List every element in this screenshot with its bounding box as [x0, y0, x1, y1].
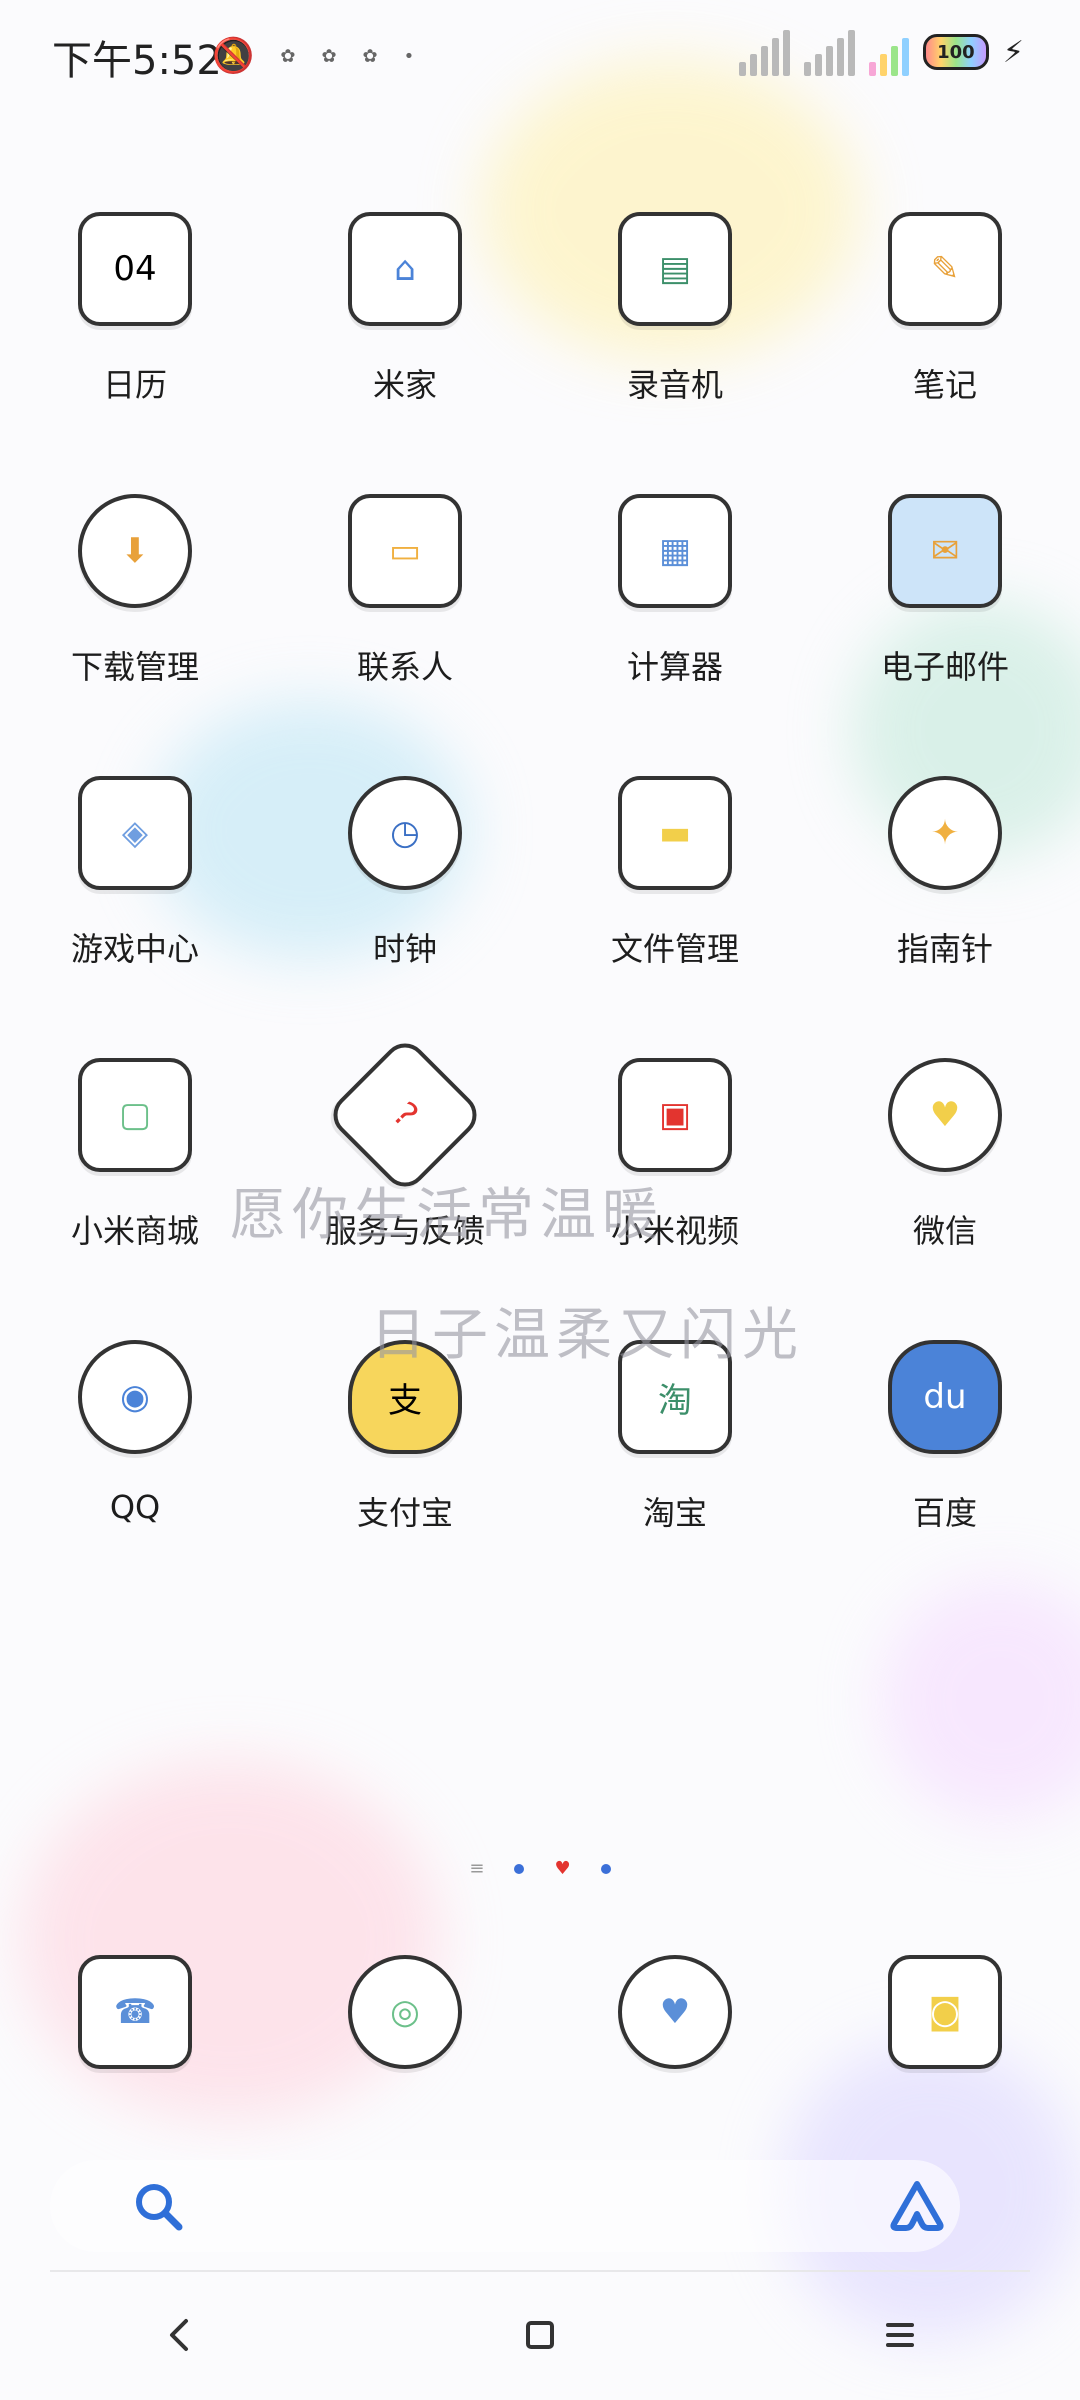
globe-icon: ◎ — [348, 1955, 462, 2069]
clock-icon: ◷ — [348, 776, 462, 890]
charging-icon: ⚡ — [1002, 34, 1024, 70]
recorder-icon: ▤ — [618, 212, 732, 326]
wechat-icon: ♥ — [888, 1058, 1002, 1172]
wallpaper-blob-lilac — [880, 1580, 1080, 1820]
app-grid: 04 日历 ⌂ 米家 ▤ 录音机 ✎ 笔记 ⬇ 下载管理 ▭ 联系人 ▦ 计算器 ✉ 电子邮件 … — [0, 190, 1080, 1600]
app-calendar[interactable]: 04 日历 — [8, 190, 262, 472]
dock-browser[interactable]: ◎ — [278, 1955, 532, 2069]
contacts-icon: ▭ — [348, 494, 462, 608]
app-qq[interactable]: ◉ QQ — [8, 1318, 262, 1600]
status-bar: 下午5:52 🔕 ✿ ✿ ✿ • 100 ⚡ — [0, 0, 1080, 110]
page-dot — [514, 1863, 525, 1874]
notes-icon: ✎ — [888, 212, 1002, 326]
app-row: 04 日历 ⌂ 米家 ▤ 录音机 ✎ 笔记 — [0, 190, 1080, 472]
app-contacts[interactable]: ▭ 联系人 — [278, 472, 532, 754]
app-mijia[interactable]: ⌂ 米家 — [278, 190, 532, 472]
camera-icon: ◙ — [888, 1955, 1002, 2069]
divider — [50, 2270, 1030, 2272]
app-clock[interactable]: ◷ 时钟 — [278, 754, 532, 1036]
message-bubble-icon: ♥ — [618, 1955, 732, 2069]
wifi-signal-icon — [868, 28, 909, 76]
notification-icon: ✿ — [280, 45, 296, 67]
page-indicator[interactable]: ≡ ♥ — [0, 1858, 1080, 1879]
app-wechat[interactable]: ♥ 微信 — [818, 1036, 1072, 1318]
app-label: 文件管理 — [610, 930, 739, 968]
status-right: 100 ⚡ — [738, 28, 1024, 76]
app-label: 百度 — [912, 1494, 977, 1532]
ai-assistant-icon[interactable] — [888, 2176, 946, 2234]
signal-icon — [738, 28, 790, 76]
app-recorder[interactable]: ▤ 录音机 — [548, 190, 802, 472]
app-downloads[interactable]: ⬇ 下载管理 — [8, 472, 262, 754]
notification-icon: ✿ — [321, 45, 337, 67]
home-button[interactable] — [500, 2295, 580, 2375]
app-row: ⬇ 下载管理 ▭ 联系人 ▦ 计算器 ✉ 电子邮件 — [0, 472, 1080, 754]
shopping-bag-icon: ▢ — [78, 1058, 192, 1172]
app-game-center[interactable]: ◈ 游戏中心 — [8, 754, 262, 1036]
app-label: 小米商城 — [70, 1212, 199, 1250]
app-label: 微信 — [912, 1212, 977, 1250]
email-icon: ✉ — [888, 494, 1002, 608]
app-label: 录音机 — [626, 366, 723, 404]
notification-icons: 🔕 ✿ ✿ ✿ • — [212, 36, 414, 76]
app-label: QQ — [109, 1488, 161, 1526]
download-icon: ⬇ — [78, 494, 192, 608]
status-time: 下午5:52 — [52, 38, 222, 84]
app-label: 支付宝 — [356, 1494, 453, 1532]
app-label: 计算器 — [626, 648, 723, 686]
app-label: 电子邮件 — [880, 648, 1009, 686]
wallpaper-text-line1: 愿你生活常温暖 — [230, 1183, 664, 1248]
app-label: 笔记 — [912, 366, 977, 404]
app-baidu[interactable]: du 百度 — [818, 1318, 1072, 1600]
back-button[interactable] — [140, 2295, 220, 2375]
wallpaper-text-line2: 日子温柔又闪光 — [370, 1303, 804, 1368]
dock-messages[interactable]: ♥ — [548, 1955, 802, 2069]
mute-bell-icon: 🔕 — [212, 36, 255, 76]
current-page-heart-icon: ♥ — [554, 1858, 571, 1879]
penguin-icon: ◉ — [78, 1340, 192, 1454]
paw-icon: du — [888, 1340, 1002, 1454]
notification-icon: ✿ — [362, 45, 378, 67]
dock-camera[interactable]: ◙ — [818, 1955, 1072, 2069]
app-compass[interactable]: ✦ 指南针 — [818, 754, 1072, 1036]
folder-icon: ▬ — [618, 776, 732, 890]
app-label: 联系人 — [356, 648, 453, 686]
menu-icon — [886, 2323, 914, 2347]
app-label: 米家 — [372, 366, 437, 404]
app-label: 游戏中心 — [70, 930, 199, 968]
back-icon — [170, 2319, 188, 2351]
page-list-icon: ≡ — [469, 1858, 485, 1879]
search-icon[interactable] — [130, 2178, 186, 2234]
app-label: 日历 — [102, 366, 167, 404]
recents-button[interactable] — [860, 2295, 940, 2375]
tv-icon: ▣ — [618, 1058, 732, 1172]
app-notes[interactable]: ✎ 笔记 — [818, 190, 1072, 472]
battery-icon: 100 — [922, 34, 989, 70]
app-file-manager[interactable]: ▬ 文件管理 — [548, 754, 802, 1036]
search-bar[interactable] — [50, 2160, 960, 2252]
calculator-icon: ▦ — [618, 494, 732, 608]
home-icon: ⌂ — [348, 212, 462, 326]
app-email[interactable]: ✉ 电子邮件 — [818, 472, 1072, 754]
compass-icon: ✦ — [888, 776, 1002, 890]
app-mi-store[interactable]: ▢ 小米商城 — [8, 1036, 262, 1318]
navigation-bar — [0, 2290, 1080, 2380]
gamepad-icon: ◈ — [78, 776, 192, 890]
app-label: 下载管理 — [70, 648, 199, 686]
page-dot — [600, 1863, 611, 1874]
calendar-icon: 04 — [78, 212, 192, 326]
app-calculator[interactable]: ▦ 计算器 — [548, 472, 802, 754]
more-notifications-dot: • — [403, 45, 415, 67]
dock: ☎ ◎ ♥ ◙ — [0, 1955, 1080, 2069]
app-label: 时钟 — [372, 930, 437, 968]
home-square-icon — [526, 2321, 554, 2349]
app-label: 淘宝 — [642, 1494, 707, 1532]
app-label: 指南针 — [896, 930, 993, 968]
signal-icon — [803, 28, 855, 76]
phone-icon: ☎ — [78, 1955, 192, 2069]
dock-phone[interactable]: ☎ — [8, 1955, 262, 2069]
app-row: ◈ 游戏中心 ◷ 时钟 ▬ 文件管理 ✦ 指南针 — [0, 754, 1080, 1036]
